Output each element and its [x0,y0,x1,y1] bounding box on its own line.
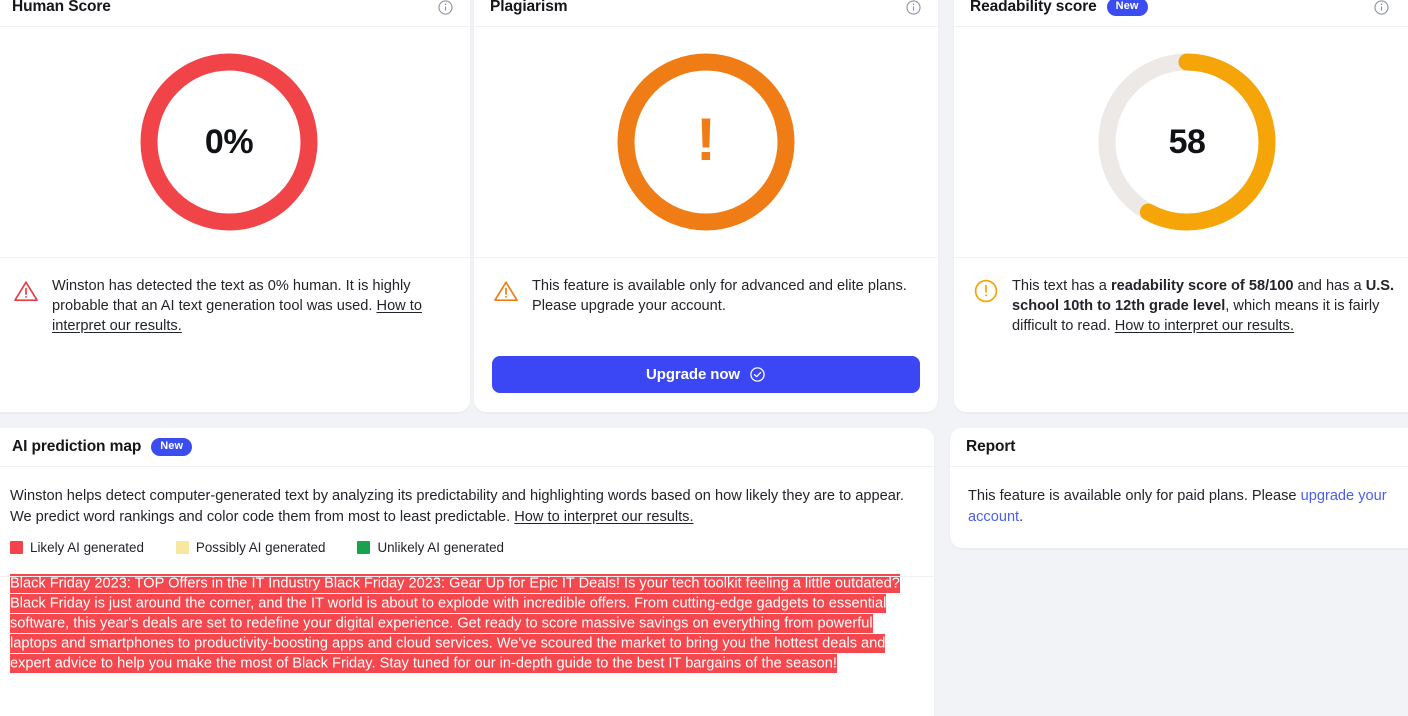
how-to-interpret-link[interactable]: How to interpret our results. [1115,318,1294,334]
report-card: Report This feature is available only fo… [950,428,1408,548]
ai-prediction-map-card: AI prediction map New Winston helps dete… [0,428,934,716]
report-header: Report [950,428,1408,467]
results-dashboard: Human Score 0% Winston has detected the … [0,0,1408,716]
alert-circle-amber-icon [972,277,1000,305]
check-circle-icon [749,366,766,383]
how-to-interpret-link[interactable]: How to interpret our results. [514,509,693,525]
upgrade-now-button[interactable]: Upgrade now [492,356,920,393]
plagiarism-gauge: ! [614,50,798,234]
readability-header: Readability score New [954,0,1408,27]
ai-prediction-highlighted-text: Black Friday 2023: TOP Offers in the IT … [0,555,934,673]
plagiarism-card: Plagiarism ! This feature is available o… [474,0,938,412]
plagiarism-title: Plagiarism [490,0,568,15]
legend-swatch-unlikely [357,541,371,554]
ai-prediction-map-new-badge: New [151,438,193,456]
readability-score-bold: readability score of 58/100 [1110,278,1294,294]
ai-prediction-map-header: AI prediction map New [0,428,934,467]
highlighted-text-content: Black Friday 2023: TOP Offers in the IT … [10,573,900,673]
readability-note-part-2: and has a [1293,278,1366,294]
human-score-value: 0% [204,122,254,161]
human-score-title: Human Score [12,0,111,15]
plagiarism-gauge-area: ! [474,27,938,258]
legend-label-possibly: Possibly AI generated [195,540,326,555]
warning-triangle-red-icon [12,277,40,305]
readability-score-card: Readability score New 58 This text has a… [954,0,1408,412]
plagiarism-exclamation: ! [696,106,716,173]
human-score-card: Human Score 0% Winston has detected the … [0,0,470,412]
legend-label-unlikely: Unlikely AI generated [377,540,504,555]
legend-swatch-possibly [175,541,189,554]
ai-prediction-map-title: AI prediction map [12,438,142,455]
human-score-note-text: Winston has detected the text as 0% huma… [52,276,450,336]
readability-gauge-area: 58 [954,27,1408,258]
plagiarism-header: Plagiarism [474,0,938,27]
readability-note-part-1: This text has a [1012,278,1111,294]
info-icon[interactable] [1373,0,1390,16]
legend-label-likely: Likely AI generated [30,540,144,555]
legend-item-likely: Likely AI generated [10,540,144,555]
legend-swatch-likely [10,541,23,554]
ai-prediction-map-description: Winston helps detect computer-generated … [0,467,934,527]
human-score-gauge: 0% [137,50,321,234]
upgrade-now-label: Upgrade now [646,366,740,383]
human-score-note: Winston has detected the text as 0% huma… [0,258,470,336]
report-text-part-2: . [1019,508,1024,525]
section-divider [0,576,934,577]
info-icon[interactable] [905,0,922,16]
report-title: Report [966,438,1016,455]
ai-prediction-legend: Likely AI generated Possibly AI generate… [0,527,934,555]
readability-note: This text has a readability score of 58/… [954,258,1408,336]
readability-title: Readability score [970,0,1097,15]
readability-value: 58 [1168,122,1206,161]
human-score-note-sentence: Winston has detected the text as 0% huma… [52,278,411,314]
readability-note-text: This text has a readability score of 58/… [1012,276,1408,336]
info-icon[interactable] [437,0,454,16]
warning-triangle-orange-icon [492,277,520,305]
human-score-header: Human Score [0,0,470,27]
legend-item-unlikely: Unlikely AI generated [357,540,504,555]
legend-item-possibly: Possibly AI generated [175,540,326,555]
ai-prediction-map-description-text: Winston helps detect computer-generated … [10,488,904,525]
report-text-part-1: This feature is available only for paid … [968,488,1301,504]
readability-new-badge: New [1106,0,1148,16]
human-score-gauge-area: 0% [0,27,470,258]
plagiarism-note-text: This feature is available only for advan… [532,278,907,314]
readability-gauge: 58 [1095,50,1279,234]
plagiarism-note: This feature is available only for advan… [474,258,938,316]
report-body: This feature is available only for paid … [950,467,1408,527]
